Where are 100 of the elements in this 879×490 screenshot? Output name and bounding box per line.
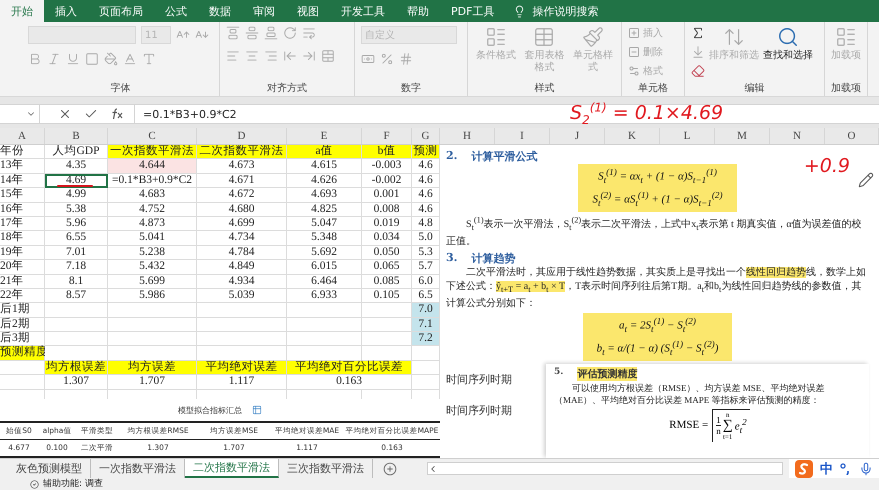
column-header[interactable]: G — [412, 128, 440, 144]
underline-icon[interactable] — [66, 52, 80, 66]
table-cell: 7.18 — [45, 260, 108, 275]
table-cell: 0.163 — [287, 375, 412, 390]
eraser-icon[interactable] — [691, 64, 705, 78]
ribbon-tab[interactable]: 视图 — [286, 0, 330, 22]
check-icon — [30, 480, 39, 488]
column-header[interactable]: J — [550, 128, 605, 144]
microphone-icon[interactable] — [859, 462, 873, 476]
table-cell: 6.55 — [45, 231, 108, 246]
table-cell: 1.307 — [45, 375, 108, 390]
group-label: 单元格 — [637, 82, 669, 94]
column-header[interactable]: C — [108, 128, 197, 144]
align-top-icon[interactable] — [226, 26, 240, 40]
paintbrush-icon — [582, 26, 604, 48]
table-cell: 6.0 — [412, 274, 440, 289]
table-cell: 5.38 — [45, 202, 108, 217]
table-cell: 4.752 — [108, 202, 197, 217]
table-cell: 15年 — [0, 188, 45, 203]
heading-number: 3. — [446, 251, 458, 266]
bold-icon[interactable] — [28, 52, 42, 66]
column-header[interactable]: H — [440, 128, 495, 144]
table-cell: 均方根误差 — [45, 360, 108, 376]
table-cell: 7.01 — [45, 246, 108, 260]
status-text: 辅助功能: 调查 — [43, 479, 103, 489]
ribbon-tab[interactable]: 开始 — [0, 0, 44, 22]
align-right-icon[interactable] — [264, 49, 278, 63]
list-icon — [835, 26, 857, 48]
table-cell: 4.671 — [197, 174, 287, 188]
ribbon-tab[interactable]: 页面布局 — [88, 0, 154, 22]
table-cell: 0.085 — [362, 274, 412, 289]
table-cell: 4.680 — [197, 202, 287, 217]
column-header[interactable]: K — [605, 128, 660, 144]
pencil-icon[interactable] — [858, 172, 874, 188]
orientation-icon[interactable] — [283, 26, 297, 40]
table-cell: 后3期 — [0, 332, 45, 346]
table-cell: 5.041 — [108, 231, 197, 246]
group-label: 样式 — [534, 82, 556, 94]
table-cell: 4.672 — [197, 188, 287, 203]
horizontal-scrollbar[interactable] — [427, 462, 783, 475]
table-cell: 0.105 — [362, 288, 412, 304]
paragraph: 二次平滑法时，其应用于线性趋势数据，其实质上是寻找出一个线性回归趋势线，数学上如下述公式：ŷ$_{t+T}$ = a$_{t}$ + b$_{t}$ × T，T表示时间序列往后第T期。a$_{t}$和b$_{t}$为线性回归趋势线的参数值，其计算公式分别如下： — [446, 266, 867, 312]
column-header[interactable]: A — [0, 128, 45, 144]
ribbon-tab[interactable]: 审阅 — [242, 0, 286, 22]
ribbon-button[interactable]: 查找和选择 — [763, 26, 813, 62]
align-middle-icon[interactable] — [245, 26, 259, 40]
table-cell: 7.1 — [412, 318, 440, 332]
ribbon-tab[interactable]: 数据 — [198, 0, 242, 22]
column-header[interactable]: L — [660, 128, 715, 144]
sum-icon[interactable] — [691, 26, 705, 40]
function-icon[interactable] — [110, 108, 124, 120]
summary-title: 模型拟合指标汇总 — [178, 404, 242, 416]
table-cell: 均方误差 — [108, 360, 197, 376]
phonetic-icon[interactable] — [142, 52, 156, 66]
ribbon-tab[interactable]: PDF工具 — [440, 0, 506, 22]
ribbon-tab[interactable]: 公式 — [154, 0, 198, 22]
column-header[interactable]: O — [825, 128, 879, 144]
wrap-text-icon[interactable] — [302, 26, 316, 40]
number-icon[interactable] — [399, 52, 413, 66]
punctuation-icon[interactable] — [840, 462, 852, 474]
currency-icon[interactable] — [361, 52, 375, 66]
table-cell: 4.734 — [197, 231, 287, 246]
column-header[interactable]: D — [197, 128, 287, 144]
paragraph: 时间序列时期 — [446, 404, 513, 418]
paragraph: 时间序列时期 — [446, 372, 513, 387]
table-cell: 5.699 — [108, 274, 197, 289]
align-center-icon[interactable] — [245, 49, 259, 63]
table-cell: -0.002 — [362, 174, 412, 188]
input-mode-button[interactable]: 中 — [820, 460, 833, 478]
ribbon-tab[interactable]: 帮助 — [396, 0, 440, 22]
column-header[interactable]: B — [45, 128, 108, 144]
column-header[interactable]: N — [770, 128, 825, 144]
align-bottom-icon[interactable] — [264, 26, 278, 40]
table-cell: 4.825 — [287, 202, 362, 217]
decrease-indent-icon[interactable] — [283, 49, 297, 63]
table-cell: 4.849 — [197, 260, 287, 275]
column-header[interactable]: I — [495, 128, 550, 144]
column-header[interactable]: F — [362, 128, 412, 144]
fill-color-icon[interactable] — [104, 52, 118, 66]
sheet-tab[interactable]: 二次指数平滑法 — [185, 459, 279, 478]
align-left-icon[interactable] — [226, 49, 240, 63]
ribbon-tab[interactable]: 插入 — [44, 0, 88, 22]
search-field[interactable]: 操作说明搜索 — [530, 4, 630, 18]
font-color-icon[interactable] — [123, 52, 137, 66]
merge-cells-icon[interactable] — [321, 49, 335, 63]
insert-icon — [628, 27, 640, 39]
add-sheet-icon[interactable] — [383, 462, 397, 476]
percent-icon[interactable] — [380, 52, 394, 66]
table-cell: 1.707 — [108, 375, 197, 390]
column-header[interactable]: E — [287, 128, 362, 144]
italic-icon[interactable] — [47, 52, 61, 66]
handwritten-note: +0.9 — [804, 156, 850, 177]
ime-logo-icon[interactable] — [795, 460, 813, 478]
table-icon[interactable] — [252, 405, 262, 415]
increase-indent-icon[interactable] — [302, 49, 316, 63]
cancel-icon[interactable] — [58, 107, 72, 121]
column-header[interactable]: M — [715, 128, 770, 144]
fill-icon[interactable] — [691, 45, 705, 59]
ribbon-tab[interactable]: 开发工具 — [330, 0, 396, 22]
border-icon[interactable] — [85, 52, 99, 66]
